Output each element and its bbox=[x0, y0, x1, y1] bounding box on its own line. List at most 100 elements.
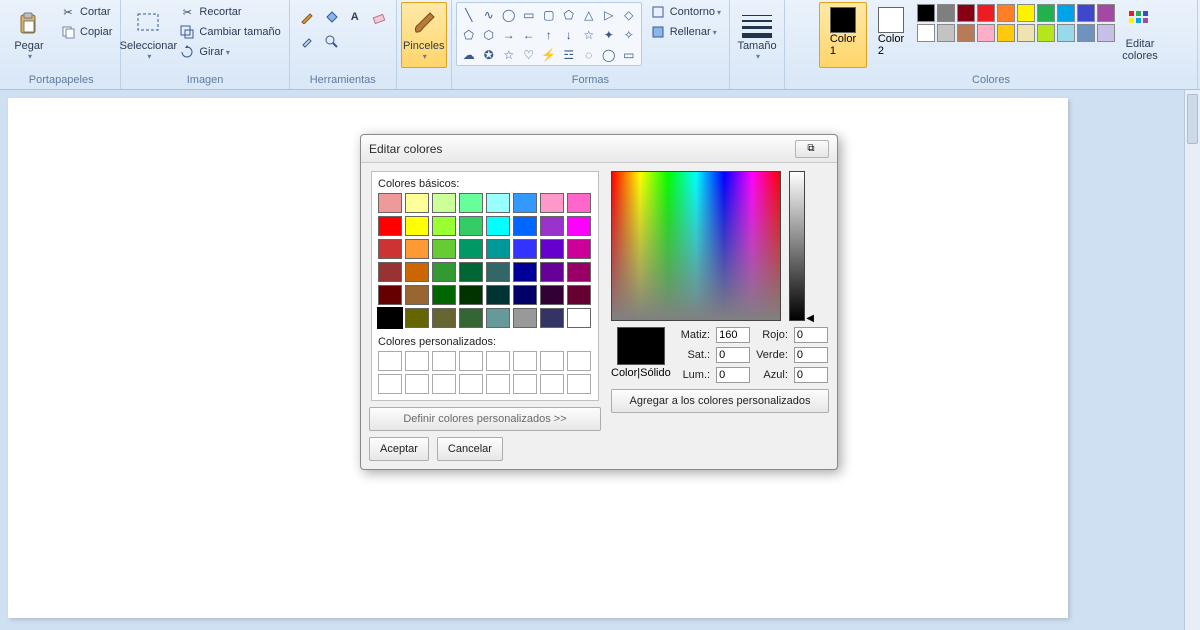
text-tool[interactable]: A bbox=[344, 6, 366, 28]
basic-color-swatch[interactable] bbox=[459, 216, 483, 236]
color2-button[interactable]: Color 2 bbox=[867, 2, 915, 68]
basic-color-swatch[interactable] bbox=[513, 193, 537, 213]
custom-color-slot[interactable] bbox=[378, 374, 402, 394]
palette-swatch[interactable] bbox=[917, 4, 935, 22]
add-custom-button[interactable]: Agregar a los colores personalizados bbox=[611, 389, 829, 413]
basic-color-swatch[interactable] bbox=[432, 285, 456, 305]
basic-color-swatch[interactable] bbox=[432, 216, 456, 236]
basic-color-swatch[interactable] bbox=[378, 216, 402, 236]
red-input[interactable] bbox=[794, 327, 828, 343]
basic-color-swatch[interactable] bbox=[540, 285, 564, 305]
magnifier-tool[interactable] bbox=[320, 30, 342, 52]
basic-color-swatch[interactable] bbox=[459, 285, 483, 305]
palette-swatch[interactable] bbox=[997, 4, 1015, 22]
basic-color-swatch[interactable] bbox=[459, 262, 483, 282]
copy-button[interactable]: Copiar bbox=[56, 22, 116, 42]
basic-color-swatch[interactable] bbox=[378, 239, 402, 259]
vertical-scrollbar[interactable] bbox=[1184, 90, 1200, 630]
rotate-button[interactable]: Girar ▾ bbox=[175, 42, 284, 62]
resize-button[interactable]: Cambiar tamaño bbox=[175, 22, 284, 42]
shape-outline-button[interactable]: Contorno ▾ bbox=[646, 2, 725, 22]
ok-button[interactable]: Aceptar bbox=[369, 437, 429, 461]
custom-color-slot[interactable] bbox=[378, 351, 402, 371]
edit-colors-button[interactable]: Editar colores bbox=[1117, 2, 1163, 68]
basic-color-swatch[interactable] bbox=[432, 262, 456, 282]
blue-input[interactable] bbox=[794, 367, 828, 383]
palette-swatch[interactable] bbox=[957, 24, 975, 42]
define-custom-button[interactable]: Definir colores personalizados >> bbox=[369, 407, 601, 431]
close-button[interactable]: ⧉ bbox=[795, 140, 829, 158]
basic-color-swatch[interactable] bbox=[540, 262, 564, 282]
custom-color-slot[interactable] bbox=[513, 374, 537, 394]
custom-color-slot[interactable] bbox=[486, 374, 510, 394]
palette-swatch[interactable] bbox=[1017, 4, 1035, 22]
basic-color-swatch[interactable] bbox=[432, 239, 456, 259]
cut-button[interactable]: ✂ Cortar bbox=[56, 2, 116, 22]
custom-color-slot[interactable] bbox=[405, 374, 429, 394]
pencil-tool[interactable] bbox=[296, 6, 318, 28]
basic-color-swatch[interactable] bbox=[378, 193, 402, 213]
sat-input[interactable] bbox=[716, 347, 750, 363]
basic-color-swatch[interactable] bbox=[378, 285, 402, 305]
palette-swatch[interactable] bbox=[1037, 4, 1055, 22]
eyedropper-tool[interactable] bbox=[296, 30, 318, 52]
basic-color-swatch[interactable] bbox=[459, 239, 483, 259]
custom-color-slot[interactable] bbox=[459, 374, 483, 394]
basic-color-swatch[interactable] bbox=[432, 193, 456, 213]
basic-color-swatch[interactable] bbox=[432, 308, 456, 328]
basic-color-swatch[interactable] bbox=[405, 308, 429, 328]
shapes-gallery[interactable]: ╲∿◯▭▢⬠△▷◇ ⬠⬡→←↑↓☆✦✧ ☁✪☆♡⚡☲◌◯▭ bbox=[456, 2, 642, 66]
basic-color-swatch[interactable] bbox=[513, 285, 537, 305]
custom-color-slot[interactable] bbox=[405, 351, 429, 371]
basic-color-swatch[interactable] bbox=[378, 308, 402, 328]
custom-color-slot[interactable] bbox=[513, 351, 537, 371]
basic-color-swatch[interactable] bbox=[567, 193, 591, 213]
custom-color-slot[interactable] bbox=[486, 351, 510, 371]
basic-color-swatch[interactable] bbox=[567, 216, 591, 236]
color-spectrum[interactable] bbox=[611, 171, 781, 321]
basic-color-swatch[interactable] bbox=[405, 285, 429, 305]
custom-color-slot[interactable] bbox=[567, 351, 591, 371]
hue-input[interactable] bbox=[716, 327, 750, 343]
eraser-tool[interactable] bbox=[368, 6, 390, 28]
custom-color-slot[interactable] bbox=[540, 351, 564, 371]
size-button[interactable]: Tamaño ▾ bbox=[734, 2, 780, 68]
palette-swatch[interactable] bbox=[1057, 4, 1075, 22]
palette-swatch[interactable] bbox=[1077, 24, 1095, 42]
shape-fill-button[interactable]: Rellenar ▾ bbox=[646, 22, 725, 42]
palette-swatch[interactable] bbox=[937, 4, 955, 22]
crop-button[interactable]: ✂ Recortar bbox=[175, 2, 284, 22]
basic-color-swatch[interactable] bbox=[405, 193, 429, 213]
select-button[interactable]: Seleccionar ▾ bbox=[125, 2, 171, 68]
lum-input[interactable] bbox=[716, 367, 750, 383]
fill-tool[interactable] bbox=[320, 6, 342, 28]
custom-color-slot[interactable] bbox=[432, 351, 456, 371]
basic-color-swatch[interactable] bbox=[378, 262, 402, 282]
luminance-slider[interactable]: ◀ bbox=[789, 171, 805, 321]
palette-swatch[interactable] bbox=[1017, 24, 1035, 42]
dialog-titlebar[interactable]: Editar colores ⧉ bbox=[361, 135, 837, 163]
basic-color-swatch[interactable] bbox=[540, 193, 564, 213]
basic-color-swatch[interactable] bbox=[486, 308, 510, 328]
custom-colors-grid[interactable] bbox=[378, 351, 592, 394]
basic-color-swatch[interactable] bbox=[459, 193, 483, 213]
basic-color-swatch[interactable] bbox=[513, 308, 537, 328]
basic-color-swatch[interactable] bbox=[567, 285, 591, 305]
basic-color-swatch[interactable] bbox=[567, 308, 591, 328]
custom-color-slot[interactable] bbox=[459, 351, 483, 371]
basic-colors-grid[interactable] bbox=[378, 193, 592, 328]
basic-color-swatch[interactable] bbox=[567, 239, 591, 259]
custom-color-slot[interactable] bbox=[567, 374, 591, 394]
basic-color-swatch[interactable] bbox=[486, 193, 510, 213]
basic-color-swatch[interactable] bbox=[486, 239, 510, 259]
color1-button[interactable]: Color 1 bbox=[819, 2, 867, 68]
paste-button[interactable]: Pegar ▾ bbox=[6, 2, 52, 68]
custom-color-slot[interactable] bbox=[432, 374, 456, 394]
green-input[interactable] bbox=[794, 347, 828, 363]
palette-swatch[interactable] bbox=[917, 24, 935, 42]
palette-swatch[interactable] bbox=[1097, 24, 1115, 42]
palette-swatch[interactable] bbox=[1057, 24, 1075, 42]
basic-color-swatch[interactable] bbox=[513, 239, 537, 259]
palette-swatch[interactable] bbox=[977, 4, 995, 22]
basic-color-swatch[interactable] bbox=[486, 285, 510, 305]
